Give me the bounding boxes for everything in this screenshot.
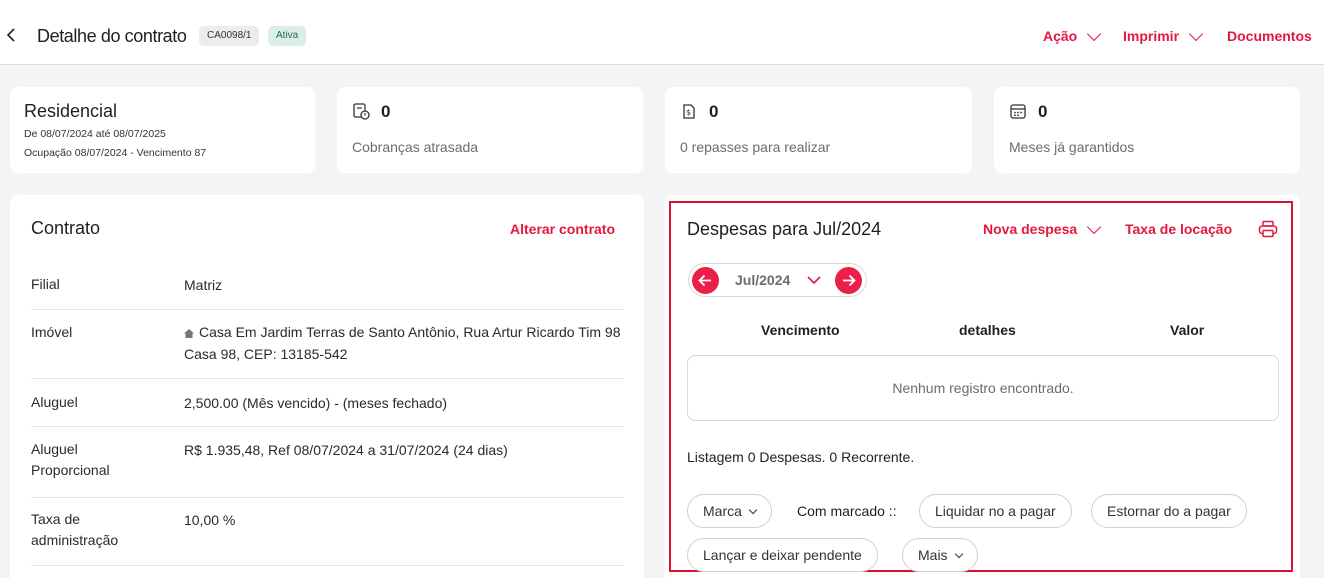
chevron-down-icon — [748, 505, 758, 515]
previous-month-button[interactable] — [692, 267, 719, 294]
arrow-left-icon — [698, 274, 711, 287]
transfers-card: $ 0 0 repasses para realizar — [665, 87, 972, 173]
transfers-count: 0 — [709, 102, 719, 121]
guaranteed-months-label: Meses já garantidos — [1009, 139, 1135, 155]
transfers-label: 0 repasses para realizar — [680, 139, 831, 155]
with-marked-label: Com marcado :: — [797, 503, 897, 519]
documents-link[interactable]: Documentos — [1227, 28, 1312, 44]
expenses-title: Despesas para Jul/2024 — [687, 219, 882, 239]
calendar-icon — [1010, 104, 1026, 119]
overdue-bill-icon — [353, 103, 370, 120]
row-label: Aluguel — [31, 394, 78, 410]
chevron-down-icon — [1087, 219, 1102, 234]
property-address-line2: Casa 98, CEP: 13185-542 — [184, 346, 348, 362]
column-header-due-date: Vencimento — [761, 322, 840, 338]
overdue-bills-count: 0 — [381, 102, 391, 121]
row-label: Imóvel — [31, 324, 73, 340]
row-value: R$ 1.935,48, Ref 08/07/2024 a 31/07/2024… — [184, 442, 508, 458]
transfer-icon: $ — [683, 104, 695, 119]
contract-row-admin-fee: Taxa de administração 10,00 % — [31, 498, 623, 566]
post-pending-button[interactable]: Lançar e deixar pendente — [687, 538, 878, 572]
print-menu-button[interactable]: Imprimir — [1123, 26, 1204, 44]
property-address: Casa Em Jardim Terras de Santo Antônio, … — [184, 321, 624, 365]
empty-state: Nenhum registro encontrado. — [687, 355, 1279, 421]
row-label-line1: Aluguel — [31, 441, 78, 457]
column-header-details: detalhes — [959, 322, 1016, 338]
chevron-down-icon — [954, 549, 963, 559]
svg-text:$: $ — [686, 108, 691, 117]
new-expense-label: Nova despesa — [983, 221, 1078, 237]
new-expense-button[interactable]: Nova despesa — [983, 219, 1102, 237]
arrow-right-icon — [843, 274, 856, 287]
chevron-down-icon[interactable] — [806, 274, 822, 286]
guaranteed-months-count: 0 — [1038, 102, 1048, 121]
column-header-value: Valor — [1170, 322, 1205, 338]
top-header: Detalhe do contrato CA0098/1 Ativa Ação … — [0, 0, 1324, 65]
contract-row-prorated-rent: Aluguel Proporcional R$ 1.935,48, Ref 08/… — [31, 427, 623, 498]
chevron-down-icon — [1087, 26, 1102, 41]
row-label-line1: Taxa de — [31, 511, 81, 527]
home-icon — [184, 329, 194, 338]
more-dropdown-button[interactable]: Mais — [902, 538, 978, 572]
printer-icon[interactable] — [1258, 220, 1278, 238]
guaranteed-months-card: 0 Meses já garantidos — [994, 87, 1300, 173]
next-month-button[interactable] — [835, 267, 862, 294]
row-value: 10,00 % — [184, 512, 236, 528]
settle-payable-button[interactable]: Liquidar no a pagar — [919, 494, 1072, 528]
month-picker: Jul/2024 — [688, 263, 867, 297]
mark-label: Marca — [703, 503, 742, 519]
row-label-line2: Proporcional — [31, 462, 110, 478]
row-label: Filial — [31, 276, 60, 292]
contract-code-badge: CA0098/1 — [199, 26, 260, 46]
contract-row-property: Imóvel Casa Em Jardim Terras de Santo An… — [31, 310, 623, 379]
month-label: Jul/2024 — [735, 272, 791, 288]
contract-summary-card: Residencial De 08/07/2024 até 08/07/2025… — [10, 87, 315, 173]
overdue-bills-card: 0 Cobranças atrasada — [337, 87, 643, 173]
change-contract-link[interactable]: Alterar contrato — [510, 221, 615, 237]
reverse-payable-button[interactable]: Estornar do a pagar — [1091, 494, 1247, 528]
contract-period: De 08/07/2024 até 08/07/2025 — [24, 128, 166, 140]
chevron-down-icon — [1188, 26, 1204, 41]
row-label-line2: administração — [31, 532, 119, 548]
overdue-bills-label: Cobranças atrasada — [352, 139, 479, 155]
contract-occupancy: Ocupação 08/07/2024 - Vencimento 87 — [24, 147, 207, 159]
documents-label: Documentos — [1227, 28, 1312, 44]
rental-fee-link[interactable]: Taxa de locação — [1125, 221, 1232, 237]
contract-panel-title: Contrato — [31, 218, 101, 238]
row-label: Taxa de administração — [31, 509, 161, 551]
row-value: Matriz — [184, 277, 223, 293]
more-label: Mais — [918, 547, 948, 563]
row-value: 2,500.00 (Mês vencido) - (meses fechado) — [184, 395, 448, 411]
mark-dropdown-button[interactable]: Marca — [687, 494, 772, 528]
property-address-line1: Casa Em Jardim Terras de Santo Antônio, … — [199, 324, 621, 340]
contract-panel: Contrato Alterar contrato Filial Matriz … — [10, 195, 644, 578]
back-arrow-icon[interactable] — [6, 27, 20, 47]
contract-row-branch: Filial Matriz — [31, 261, 623, 310]
action-menu-label: Ação — [1043, 28, 1078, 44]
contract-row-rent: Aluguel 2,500.00 (Mês vencido) - (meses … — [31, 379, 623, 427]
row-label: Aluguel Proporcional — [31, 439, 161, 481]
print-menu-label: Imprimir — [1123, 28, 1180, 44]
action-menu-button[interactable]: Ação — [1043, 26, 1102, 44]
status-badge: Ativa — [268, 26, 307, 46]
page-title: Detalhe do contrato — [37, 26, 187, 46]
contract-type: Residencial — [24, 101, 118, 121]
listing-summary: Listagem 0 Despesas. 0 Recorrente. — [687, 449, 915, 465]
